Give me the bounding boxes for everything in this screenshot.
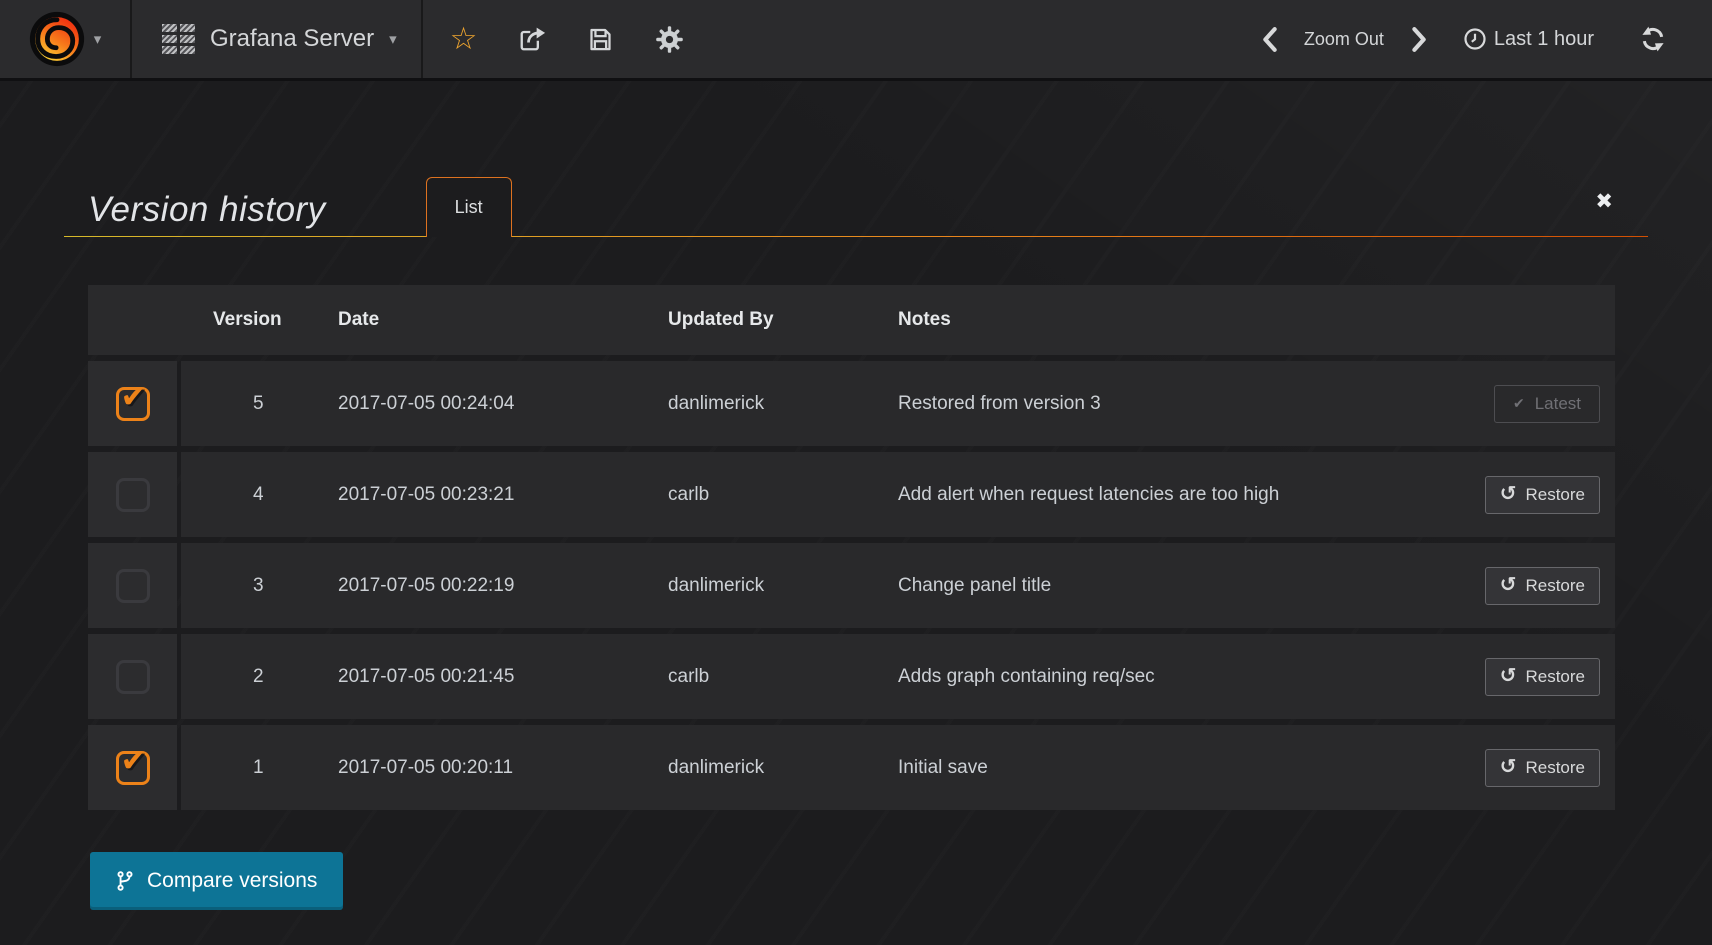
history-icon: ↺ xyxy=(1500,574,1517,594)
updated-by-cell: danlimerick xyxy=(636,393,866,415)
notes-cell: Initial save xyxy=(866,757,1485,779)
star-button[interactable]: ☆ xyxy=(450,24,478,55)
table-row: 2 2017-07-05 00:21:45 carlb Adds graph c… xyxy=(88,634,1615,719)
updated-by-cell: danlimerick xyxy=(636,757,866,779)
version-select-cell[interactable] xyxy=(88,634,177,719)
chevron-down-icon: ▾ xyxy=(94,32,102,47)
zoom-out-button[interactable]: Zoom Out xyxy=(1304,29,1384,50)
version-history-view: Version history List ✖ Version Date Upda… xyxy=(0,81,1712,910)
time-range-label: Last 1 hour xyxy=(1494,28,1594,51)
version-checkbox[interactable] xyxy=(116,569,150,603)
time-range-picker[interactable]: Last 1 hour xyxy=(1463,27,1594,51)
date-cell: 2017-07-05 00:22:19 xyxy=(306,575,636,597)
latest-button[interactable]: ✔ Latest xyxy=(1494,385,1600,423)
table-row: ✔ 1 2017-07-05 00:20:11 danlimerick Init… xyxy=(88,725,1615,810)
star-icon: ☆ xyxy=(450,24,478,55)
history-icon: ↺ xyxy=(1500,483,1517,503)
history-icon: ↺ xyxy=(1500,665,1517,685)
notes-cell: Change panel title xyxy=(866,575,1485,597)
updated-by-cell: carlb xyxy=(636,484,866,506)
navbar-spacer xyxy=(684,0,1260,78)
version-cell: 3 xyxy=(181,575,306,597)
compare-versions-label: Compare versions xyxy=(147,869,317,893)
version-cell: 2 xyxy=(181,666,306,688)
restore-button[interactable]: ↺ Restore xyxy=(1485,749,1600,787)
date-cell: 2017-07-05 00:21:45 xyxy=(306,666,636,688)
version-checkbox[interactable] xyxy=(116,478,150,512)
time-controls: Zoom Out Last 1 hour xyxy=(1261,0,1712,78)
notes-cell: Add alert when request latencies are too… xyxy=(866,484,1485,506)
version-select-cell[interactable] xyxy=(88,543,177,628)
main-menu-button[interactable]: ▾ xyxy=(0,0,132,78)
close-button[interactable]: ✖ xyxy=(1595,191,1613,212)
share-icon xyxy=(518,25,546,53)
grafana-logo-icon xyxy=(29,11,85,67)
code-fork-icon xyxy=(116,871,134,891)
date-cell: 2017-07-05 00:23:21 xyxy=(306,484,636,506)
version-checkbox[interactable] xyxy=(116,660,150,694)
dashboard-title: Grafana Server xyxy=(210,25,374,53)
notes-cell: Adds graph containing req/sec xyxy=(866,666,1485,688)
settings-button[interactable] xyxy=(655,25,684,54)
table-row: 3 2017-07-05 00:22:19 danlimerick Change… xyxy=(88,543,1615,628)
page-header: Version history List ✖ xyxy=(64,81,1648,237)
version-checkbox[interactable]: ✔ xyxy=(116,751,150,785)
check-icon: ✔ xyxy=(121,743,147,779)
header-notes: Notes xyxy=(866,309,1615,331)
check-icon: ✔ xyxy=(121,379,147,415)
time-shift-back-button[interactable] xyxy=(1261,26,1278,53)
tab-list[interactable]: List xyxy=(426,177,512,237)
version-select-cell[interactable] xyxy=(88,452,177,537)
header-updated-by: Updated By xyxy=(636,309,866,331)
refresh-button[interactable] xyxy=(1640,26,1666,52)
gear-icon xyxy=(655,25,684,54)
version-cell: 1 xyxy=(181,757,306,779)
notes-cell: Restored from version 3 xyxy=(866,393,1494,415)
save-icon xyxy=(587,26,614,53)
top-navbar: ▾ Grafana Server ▾ ☆ xyxy=(0,0,1712,81)
date-cell: 2017-07-05 00:24:04 xyxy=(306,393,636,415)
restore-button[interactable]: ↺ Restore xyxy=(1485,476,1600,514)
header-date: Date xyxy=(306,309,636,331)
restore-button[interactable]: ↺ Restore xyxy=(1485,658,1600,696)
chevron-down-icon: ▾ xyxy=(389,32,397,47)
version-select-cell[interactable]: ✔ xyxy=(88,361,177,446)
updated-by-cell: danlimerick xyxy=(636,575,866,597)
table-body: ✔ 5 2017-07-05 00:24:04 danlimerick Rest… xyxy=(88,361,1615,810)
version-cell: 5 xyxy=(181,393,306,415)
table-header-row: Version Date Updated By Notes xyxy=(88,285,1615,355)
close-icon: ✖ xyxy=(1595,189,1613,213)
time-shift-forward-button[interactable] xyxy=(1410,26,1427,53)
compare-versions-button[interactable]: Compare versions xyxy=(90,852,343,910)
version-select-cell[interactable]: ✔ xyxy=(88,725,177,810)
header-version: Version xyxy=(181,309,306,331)
share-button[interactable] xyxy=(518,25,546,53)
check-icon: ✔ xyxy=(1513,397,1525,411)
updated-by-cell: carlb xyxy=(636,666,866,688)
version-history-table: Version Date Updated By Notes ✔ 5 2017-0… xyxy=(88,285,1615,810)
clock-icon xyxy=(1463,27,1487,51)
refresh-icon xyxy=(1640,26,1666,52)
table-row: ✔ 5 2017-07-05 00:24:04 danlimerick Rest… xyxy=(88,361,1615,446)
dashboard-picker[interactable]: Grafana Server ▾ xyxy=(132,0,423,78)
page-title: Version history xyxy=(88,190,326,230)
version-cell: 4 xyxy=(181,484,306,506)
version-checkbox[interactable]: ✔ xyxy=(116,387,150,421)
history-icon: ↺ xyxy=(1500,756,1517,776)
dashboard-grid-icon xyxy=(162,24,195,54)
save-button[interactable] xyxy=(587,26,614,53)
dashboard-actions: ☆ xyxy=(423,0,685,78)
table-row: 4 2017-07-05 00:23:21 carlb Add alert wh… xyxy=(88,452,1615,537)
date-cell: 2017-07-05 00:20:11 xyxy=(306,757,636,779)
chevron-right-icon xyxy=(1410,26,1427,53)
restore-button[interactable]: ↺ Restore xyxy=(1485,567,1600,605)
chevron-left-icon xyxy=(1261,26,1278,53)
